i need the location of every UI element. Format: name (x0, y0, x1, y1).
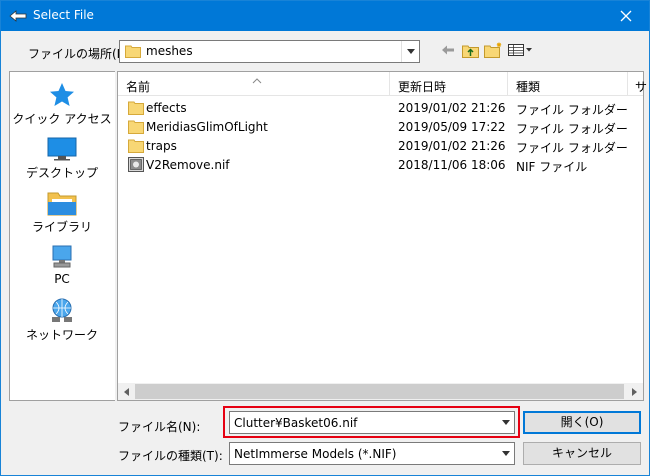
place-label: デスクトップ (25, 166, 98, 180)
folder-icon (128, 119, 144, 134)
column-header-date[interactable]: 更新日時 (398, 78, 446, 95)
horizontal-scrollbar[interactable] (118, 383, 643, 400)
select-file-dialog: Select File ファイルの場所(I): meshes クイック アクセス… (0, 0, 650, 476)
close-icon[interactable] (603, 1, 649, 31)
file-row[interactable]: effects 2019/01/02 21:26 ファイル フォルダー (118, 98, 638, 117)
cancel-button[interactable]: キャンセル (523, 442, 641, 465)
chevron-down-icon[interactable] (401, 41, 419, 62)
window-title: Select File (33, 8, 94, 22)
file-list[interactable]: 名前 更新日時 種類 サ effects 2019/01/02 21:26 ファ… (117, 71, 647, 401)
filename-value: Clutter¥Basket06.nif (234, 416, 358, 430)
places-bar: クイック アクセス デスクトップ ライブラリ PC ネットワーク (9, 71, 115, 401)
column-divider[interactable] (627, 72, 628, 96)
chevron-down-icon[interactable] (497, 412, 514, 433)
app-icon (9, 9, 27, 23)
scroll-right-icon[interactable] (626, 383, 643, 400)
new-folder-icon[interactable] (483, 41, 503, 59)
place-label: クイック アクセス (12, 112, 112, 126)
folder-icon (125, 44, 141, 58)
view-menu-icon[interactable] (508, 41, 534, 59)
network-icon (46, 298, 78, 324)
place-pc[interactable]: PC (10, 240, 114, 292)
file-type: ファイル フォルダー (516, 103, 628, 117)
filetype-value: NetImmerse Models (*.NIF) (234, 447, 397, 461)
place-network[interactable]: ネットワーク (10, 294, 114, 346)
column-header-size[interactable]: サ (635, 78, 647, 95)
place-libraries[interactable]: ライブラリ (10, 186, 114, 238)
location-dropdown[interactable]: meshes (119, 40, 420, 63)
file-date: 2019/01/02 21:26 (398, 101, 506, 115)
sort-ascending-icon (252, 73, 262, 87)
file-date: 2018/11/06 18:06 (398, 158, 506, 172)
file-name: traps (146, 139, 177, 153)
column-header-type[interactable]: 種類 (516, 78, 540, 95)
file-row[interactable]: traps 2019/01/02 21:26 ファイル フォルダー (118, 136, 638, 155)
chevron-down-icon[interactable] (497, 443, 514, 464)
column-divider[interactable] (389, 72, 390, 96)
file-name: MeridiasGlimOfLight (146, 120, 268, 134)
file-name: effects (146, 101, 187, 115)
folder-icon (128, 100, 144, 115)
place-label: ライブラリ (31, 220, 92, 234)
place-label: PC (54, 272, 70, 286)
place-label: ネットワーク (25, 328, 98, 342)
filename-input[interactable]: Clutter¥Basket06.nif (229, 411, 515, 434)
star-icon (46, 82, 78, 108)
file-type: NIF ファイル (516, 160, 588, 174)
nif-file-icon (128, 157, 144, 172)
place-quick-access[interactable]: クイック アクセス (10, 78, 114, 130)
column-divider[interactable] (507, 72, 508, 96)
computer-icon (46, 244, 78, 270)
open-button[interactable]: 開く(O) (523, 411, 641, 434)
scroll-left-icon[interactable] (118, 383, 135, 400)
title-bar[interactable]: Select File (1, 1, 649, 31)
filetype-label: ファイルの種類(T): (118, 449, 223, 463)
file-type: ファイル フォルダー (516, 122, 628, 136)
location-label: ファイルの場所(I): (28, 47, 129, 61)
file-name: V2Remove.nif (146, 158, 230, 172)
place-desktop[interactable]: デスクトップ (10, 132, 114, 184)
column-header-row: 名前 更新日時 種類 サ (118, 72, 647, 96)
file-type: ファイル フォルダー (516, 141, 628, 155)
desktop-icon (46, 136, 78, 162)
scrollbar-thumb[interactable] (135, 384, 624, 399)
folder-icon (128, 138, 144, 153)
file-date: 2019/01/02 21:26 (398, 139, 506, 153)
file-row[interactable]: MeridiasGlimOfLight 2019/05/09 17:22 ファイ… (118, 117, 638, 136)
filetype-dropdown[interactable]: NetImmerse Models (*.NIF) (229, 442, 515, 465)
file-date: 2019/05/09 17:22 (398, 120, 506, 134)
file-row[interactable]: V2Remove.nif 2018/11/06 18:06 NIF ファイル (118, 155, 638, 174)
filename-label: ファイル名(N): (118, 420, 201, 434)
column-header-name[interactable]: 名前 (126, 78, 150, 95)
library-icon (46, 190, 78, 216)
up-folder-icon[interactable] (461, 41, 479, 59)
back-icon[interactable] (440, 41, 456, 59)
location-value: meshes (146, 44, 193, 58)
